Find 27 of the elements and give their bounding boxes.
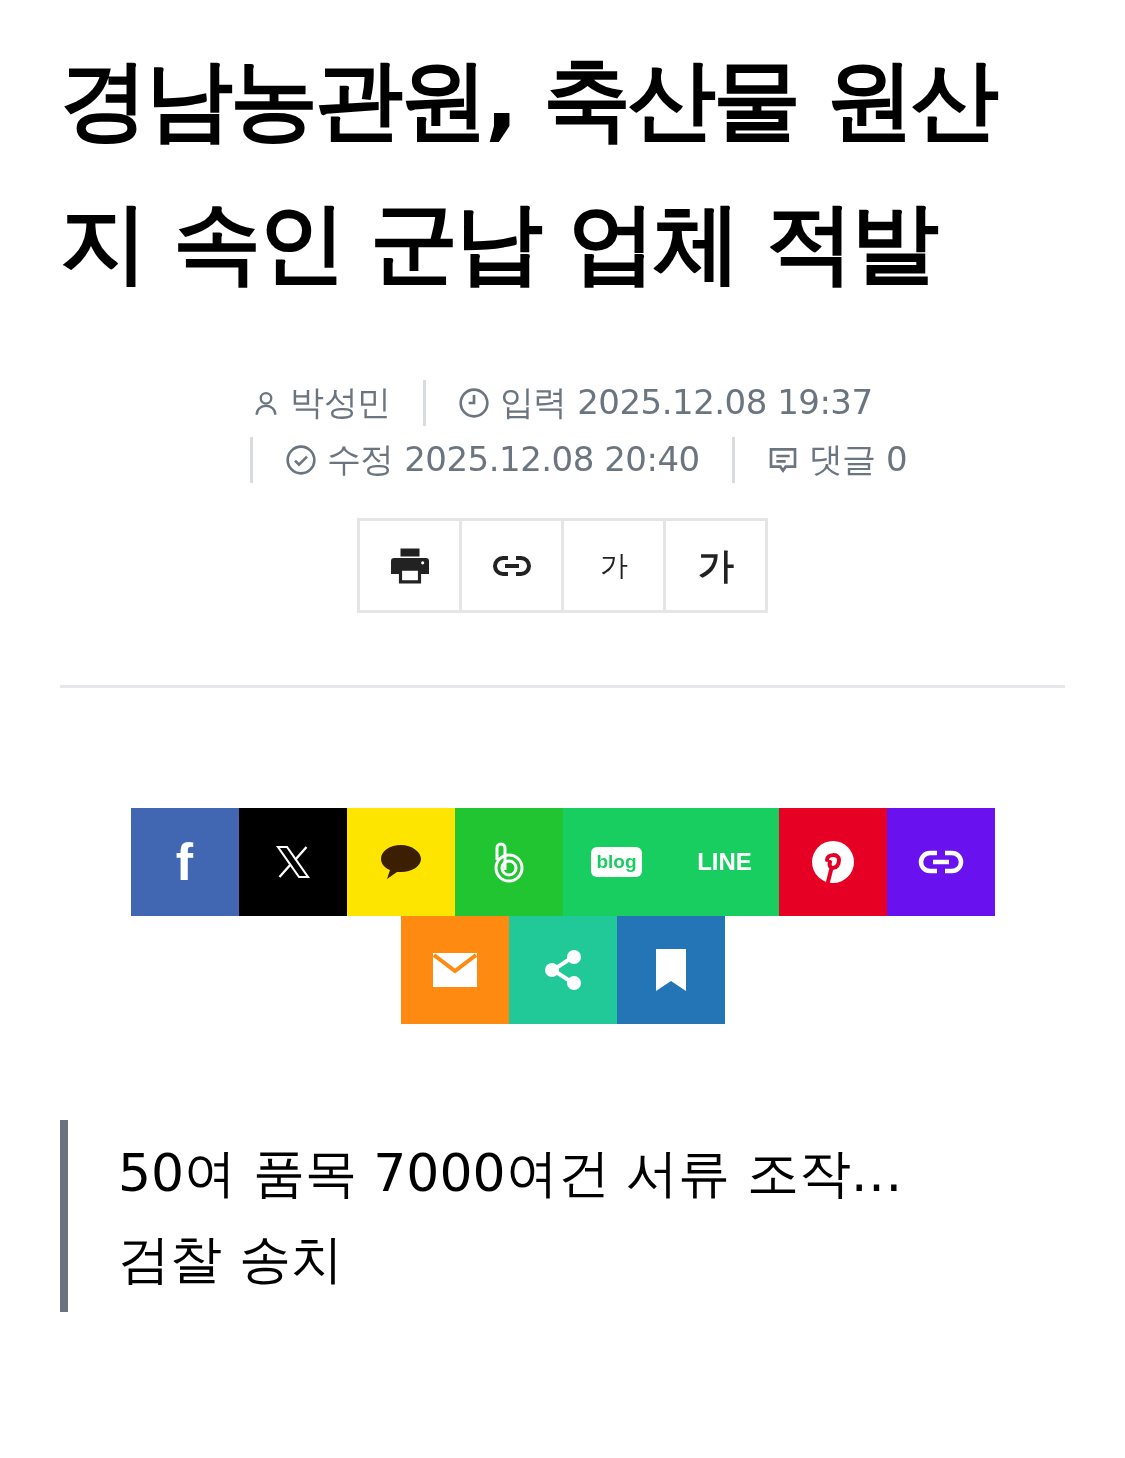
font-larger-button[interactable]: 가	[663, 518, 768, 613]
link-icon	[917, 849, 964, 875]
x-logo-icon	[274, 844, 311, 880]
bookmark-icon	[655, 949, 686, 991]
link-share-button[interactable]	[886, 808, 995, 916]
speech-bubble-icon	[379, 843, 422, 881]
check-circle-icon	[284, 443, 317, 476]
timestamp: 수정 2025.12.08 20:40	[326, 438, 700, 481]
font-smaller-button[interactable]: 가	[561, 518, 666, 613]
comment-count: 댓글 0	[808, 438, 908, 481]
headline: 경남농관원, 축산물 원산지 속인 군납 업체 적발	[60, 47, 998, 296]
blog-speech-label: blog	[591, 847, 642, 877]
subtitle: 50여 품목 7000여건 서류 조작… 검찰 송치	[118, 1142, 904, 1291]
kakao-share-button[interactable]	[346, 808, 455, 916]
link-icon	[491, 553, 532, 578]
facebook-share-button[interactable]: f	[130, 808, 239, 916]
envelope-icon	[432, 953, 477, 987]
printer-icon	[390, 547, 429, 584]
pin-logo-icon	[810, 840, 855, 884]
timestamp: 입력 2025.12.08 19:37	[499, 381, 873, 424]
bookmark-share-button[interactable]	[616, 916, 725, 1024]
author-name: 박성민	[290, 381, 391, 424]
pinterest-share-button[interactable]	[778, 808, 887, 916]
copy-link-button[interactable]	[459, 518, 564, 613]
print-button[interactable]	[357, 518, 462, 613]
clock-icon	[457, 386, 490, 419]
x-share-button[interactable]	[238, 808, 347, 916]
